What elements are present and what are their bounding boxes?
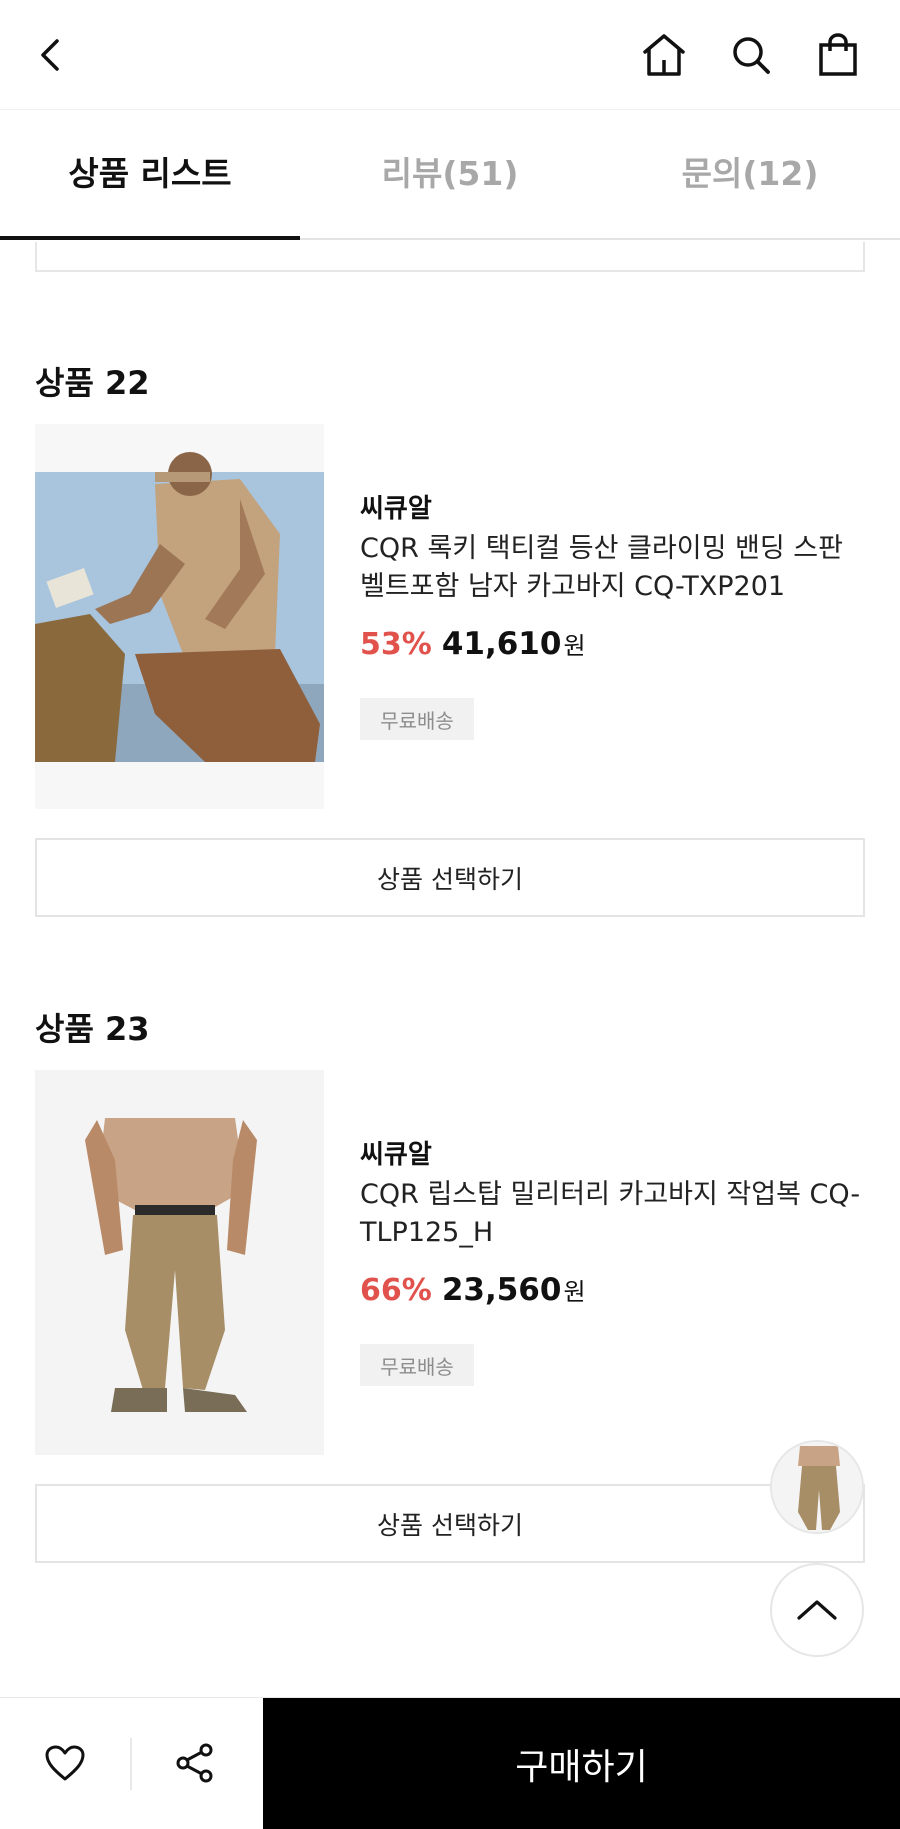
product-photo xyxy=(35,452,324,762)
scroll-top-button[interactable] xyxy=(770,1563,864,1657)
select-product-button[interactable]: 상품 선택하기 xyxy=(35,838,865,917)
heart-icon xyxy=(45,1745,85,1781)
home-button[interactable] xyxy=(634,25,694,85)
search-button[interactable] xyxy=(721,25,781,85)
discount-rate: 53% xyxy=(360,627,432,662)
back-button[interactable] xyxy=(20,25,80,85)
free-shipping-badge: 무료배송 xyxy=(360,1344,474,1386)
product-title: 상품 22 xyxy=(35,364,150,402)
product-brand: 씨큐알 xyxy=(360,494,432,524)
product-image[interactable] xyxy=(35,424,324,809)
previous-select-button[interactable] xyxy=(35,242,865,272)
bottom-action-bar: 구매하기 xyxy=(0,1697,900,1829)
like-button[interactable] xyxy=(30,1728,100,1798)
currency-unit: 원 xyxy=(563,1278,586,1306)
product-title: 상품 23 xyxy=(35,1010,150,1048)
buy-button[interactable]: 구매하기 xyxy=(263,1698,900,1829)
floating-product-thumbnail[interactable] xyxy=(770,1440,864,1534)
chevron-up-icon xyxy=(797,1600,837,1620)
product-photo xyxy=(35,1070,324,1455)
bottom-divider xyxy=(130,1738,132,1790)
free-shipping-badge: 무료배송 xyxy=(360,698,474,740)
sale-price: 41,610 xyxy=(441,626,562,662)
product-card: 상품 23 씨큐알 CQR 립스탑 밀리터리 카고바지 작업복 CQ-TLP12… xyxy=(0,1004,900,1564)
tab-product-list[interactable]: 상품 리스트 xyxy=(0,110,300,240)
tab-bar: 상품 리스트 리뷰(51) 문의(12) xyxy=(0,110,900,240)
currency-unit: 원 xyxy=(563,632,586,660)
search-icon xyxy=(733,37,770,74)
product-card: 상품 22 씨큐알 CQR 록키 택티컬 등산 클라이밍 밴딩 스판 벨트포함 … xyxy=(0,358,900,918)
chevron-left-icon xyxy=(41,39,59,71)
tab-reviews[interactable]: 리뷰(51) xyxy=(300,110,600,238)
tab-inquiries[interactable]: 문의(12) xyxy=(600,110,900,238)
price-row: 53% 41,610 원 xyxy=(360,626,586,662)
select-product-button[interactable]: 상품 선택하기 xyxy=(35,1484,865,1563)
price-row: 66% 23,560 원 xyxy=(360,1272,586,1308)
discount-rate: 66% xyxy=(360,1273,432,1308)
thumbnail-photo xyxy=(772,1442,862,1532)
share-button[interactable] xyxy=(160,1728,230,1798)
product-name[interactable]: CQR 립스탑 밀리터리 카고바지 작업복 CQ-TLP125_H xyxy=(360,1176,865,1252)
product-list[interactable]: 상품 22 씨큐알 CQR 록키 택티컬 등산 클라이밍 밴딩 스판 벨트포함 … xyxy=(0,242,900,1695)
product-image[interactable] xyxy=(35,1070,324,1455)
top-header xyxy=(0,0,900,110)
cart-button[interactable] xyxy=(808,25,868,85)
home-icon xyxy=(643,34,685,76)
shopping-bag-icon xyxy=(819,33,857,76)
product-brand: 씨큐알 xyxy=(360,1140,432,1170)
share-icon xyxy=(176,1743,213,1783)
product-name[interactable]: CQR 록키 택티컬 등산 클라이밍 밴딩 스판 벨트포함 남자 카고바지 CQ… xyxy=(360,530,865,606)
sale-price: 23,560 xyxy=(441,1272,562,1308)
